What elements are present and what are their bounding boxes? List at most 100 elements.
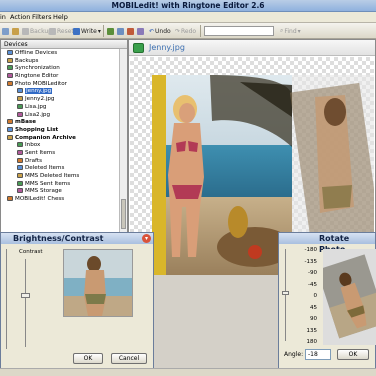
tree-item-label: Inbox xyxy=(25,142,41,149)
dialog-title-bar[interactable]: Brightness/Contrast ▾ xyxy=(1,233,153,244)
tree-item[interactable]: MMS Sent Items xyxy=(1,180,119,189)
find-icon: ⌕ xyxy=(280,27,284,34)
tree-item[interactable]: Photo MOBILeditor xyxy=(1,80,119,89)
tree-item[interactable]: Jenny.jpg xyxy=(1,88,119,96)
rotate-tick-label: -180 xyxy=(304,247,317,253)
tree-item[interactable]: Jenny2.jpg xyxy=(1,96,119,104)
tree-item-icon xyxy=(7,126,13,132)
tree-item-icon xyxy=(7,57,13,63)
tree-item[interactable]: Ringtone Editor xyxy=(1,73,119,81)
menu-filters[interactable]: Filters xyxy=(32,13,51,21)
tree-item[interactable]: Offline Devices xyxy=(1,50,119,58)
tree-item[interactable]: MOBILedit! Chess xyxy=(1,196,119,204)
tree-item-label: Ringtone Editor xyxy=(15,73,59,80)
scrollbar-thumb[interactable] xyxy=(121,199,126,229)
tree-item-icon xyxy=(17,111,23,117)
collapse-icon[interactable]: ▾ xyxy=(142,234,151,243)
contrast-label: Contrast xyxy=(19,249,43,255)
toolbar-icon-c[interactable] xyxy=(107,26,114,36)
tree-item-label: Backups xyxy=(15,57,39,64)
rotate-slider-thumb[interactable] xyxy=(282,291,289,295)
devices-panel: Devices Offline Devices Backups Synchroniz… xyxy=(0,39,128,234)
angle-label: Angle: xyxy=(284,351,304,358)
tree-item[interactable]: Deleted Items xyxy=(1,165,119,173)
undo-button[interactable]: ↶ Undo xyxy=(149,26,171,36)
tree-item-label: Deleted Items xyxy=(25,165,65,172)
tree-item-label: Lisa.jpg xyxy=(25,103,47,110)
rotate-preview xyxy=(323,249,376,345)
write-button[interactable]: Write ▾ xyxy=(73,26,101,36)
tree-item[interactable]: Companion Archive xyxy=(1,134,119,143)
tree-item-label: Jenny2.jpg xyxy=(25,96,55,103)
tree-item[interactable]: Lisa2.jpg xyxy=(1,111,119,120)
contrast-slider-track[interactable] xyxy=(25,259,26,347)
undo-icon: ↶ xyxy=(149,27,155,35)
toolbar-icon-d[interactable] xyxy=(117,26,124,36)
tree-item[interactable]: Shopping List xyxy=(1,126,119,135)
reset-button[interactable]: Reset xyxy=(49,26,74,36)
brightness-slider-track[interactable] xyxy=(6,249,7,349)
tree-item-icon xyxy=(17,96,23,102)
menu-file[interactable]: in xyxy=(0,13,6,21)
tree-item-icon xyxy=(7,134,13,140)
title-bar[interactable]: MOBILedit! with Ringtone Editor 2.6 xyxy=(0,0,376,12)
tree-item-icon xyxy=(17,180,23,186)
toolbar-separator xyxy=(200,25,201,37)
toolbar-combo[interactable] xyxy=(204,26,274,36)
tree-item-label: Shopping List xyxy=(15,126,59,133)
chevron-down-icon: ▾ xyxy=(297,27,301,35)
tree-item-label: MMS Deleted Items xyxy=(25,173,80,179)
toolbar-icon-f[interactable] xyxy=(137,26,144,36)
find-button[interactable]: ⌕ Find ▾ xyxy=(280,26,301,36)
menu-action[interactable]: Action xyxy=(10,13,30,21)
tree-item-label: Synchronization xyxy=(15,65,60,72)
tree-scrollbar[interactable] xyxy=(119,49,127,234)
brightness-contrast-dialog: Brightness/Contrast ▾ Contrast OK Cancel xyxy=(0,232,154,372)
tree-item-icon xyxy=(7,65,13,71)
tree-item-icon xyxy=(7,50,13,55)
rotated-photo-preview xyxy=(289,75,376,245)
tree-item-icon xyxy=(17,165,23,171)
rotate-tick-label: 45 xyxy=(310,304,317,311)
tree-item[interactable]: Sent Items xyxy=(1,149,119,158)
tree-item[interactable]: Drafts xyxy=(1,157,119,166)
rotate-slider-track[interactable] xyxy=(285,249,286,341)
tree-item[interactable]: MMS Deleted Items xyxy=(1,173,119,181)
brightness-ok-button[interactable]: OK xyxy=(73,353,103,364)
tree-item[interactable]: Synchronization xyxy=(1,65,119,73)
redo-button[interactable]: ↷ Redo xyxy=(175,26,196,36)
tree-item[interactable]: mBase xyxy=(1,119,119,127)
tree-item-label: Sent Items xyxy=(25,149,56,156)
angle-input[interactable] xyxy=(305,349,331,360)
tree-item-label: Photo MOBILeditor xyxy=(15,80,67,87)
back-icon[interactable] xyxy=(133,43,144,53)
image-filename: Jenny.jpg xyxy=(149,43,185,52)
tree-item-icon xyxy=(7,73,13,79)
tree-item-icon xyxy=(7,196,13,202)
brightness-cancel-button[interactable]: Cancel xyxy=(111,353,147,364)
toolbar-icon-e[interactable] xyxy=(127,26,134,36)
tree-item-icon xyxy=(17,103,23,109)
rotate-tick-label: -45 xyxy=(308,281,317,288)
toolbar-icon-b[interactable] xyxy=(12,26,19,36)
toolbar-icon-a[interactable] xyxy=(2,26,9,36)
preview-photo xyxy=(64,250,132,316)
rotate-ok-button[interactable]: OK xyxy=(337,349,369,360)
backup-button[interactable]: Backup xyxy=(22,26,52,36)
tree-item[interactable]: Inbox xyxy=(1,142,119,150)
contrast-slider-thumb[interactable] xyxy=(21,293,30,298)
tree-item[interactable]: Lisa.jpg xyxy=(1,103,119,112)
bikini-bottom xyxy=(172,185,202,199)
tree-item[interactable]: MMS Storage xyxy=(1,188,119,196)
app-window: MOBILedit! with Ringtone Editor 2.6 in A… xyxy=(0,0,376,376)
rotate-preview-photo xyxy=(323,254,376,339)
rotate-tick-label: 135 xyxy=(306,327,318,334)
tree-item-label: Drafts xyxy=(25,157,43,164)
window-title: MOBILedit! with Ringtone Editor 2.6 xyxy=(111,1,265,10)
chevron-down-icon: ▾ xyxy=(97,27,101,35)
menu-help[interactable]: Help xyxy=(53,13,68,21)
rotate-photo-dialog: Rotate Photo -180-135-90-4504590135180 A… xyxy=(278,232,376,372)
dialog-title-bar[interactable]: Rotate Photo xyxy=(279,233,375,254)
surfboard xyxy=(152,75,166,275)
tree-item[interactable]: Backups xyxy=(1,57,119,66)
